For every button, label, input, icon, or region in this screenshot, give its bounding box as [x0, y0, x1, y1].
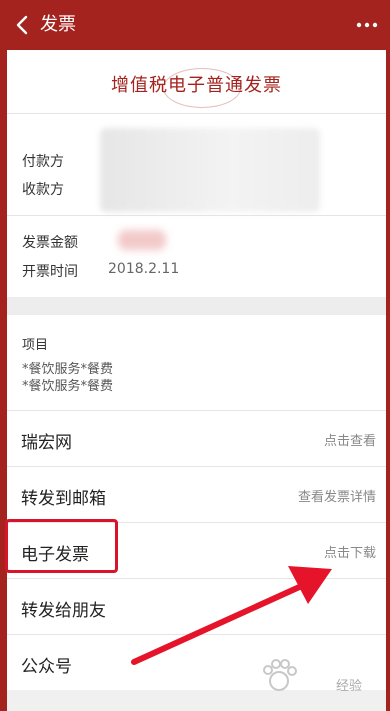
right-border	[386, 50, 390, 711]
redacted-party-info	[100, 128, 320, 212]
row-label: 瑞宏网	[21, 433, 72, 453]
chevron-left-icon[interactable]	[12, 14, 34, 36]
watermark-text: 经验	[335, 679, 362, 694]
row-forward-email[interactable]: 转发到邮箱 查看发票详情	[7, 467, 386, 523]
top-bar: 发票	[0, 0, 390, 50]
torn-edge	[7, 690, 386, 711]
row-label: 转发到邮箱	[21, 489, 106, 509]
item-line: *餐饮服务*餐费	[22, 362, 114, 377]
items-label: 项目	[22, 338, 49, 353]
row-forward-friend[interactable]: 转发给朋友	[7, 579, 386, 635]
invoice-title: 增值税电子普通发票	[111, 75, 282, 96]
section-separator	[7, 297, 386, 315]
amount-label: 发票金额	[22, 235, 78, 251]
divider	[7, 215, 386, 216]
left-border	[0, 50, 7, 711]
view-link[interactable]: 点击查看	[324, 430, 376, 449]
divider	[7, 113, 386, 114]
download-link[interactable]: 点击下载	[324, 542, 376, 561]
issue-time-value: 2018.2.11	[108, 261, 180, 277]
view-detail-link[interactable]: 查看发票详情	[298, 486, 376, 505]
page-title: 发票	[40, 14, 76, 35]
issue-time-label: 开票时间	[22, 264, 78, 280]
more-dots-icon[interactable]	[356, 22, 378, 28]
row-label: 转发给朋友	[21, 601, 106, 621]
row-ruihong[interactable]: 瑞宏网 点击查看	[7, 411, 386, 467]
row-official-account[interactable]: 公众号	[7, 635, 386, 691]
highlight-box	[5, 519, 118, 573]
redacted-amount	[118, 230, 166, 250]
paw-icon	[263, 659, 297, 691]
row-label: 公众号	[21, 657, 72, 677]
item-line: *餐饮服务*餐费	[22, 379, 114, 394]
payer-label: 付款方	[22, 154, 64, 170]
payee-label: 收款方	[22, 182, 64, 198]
